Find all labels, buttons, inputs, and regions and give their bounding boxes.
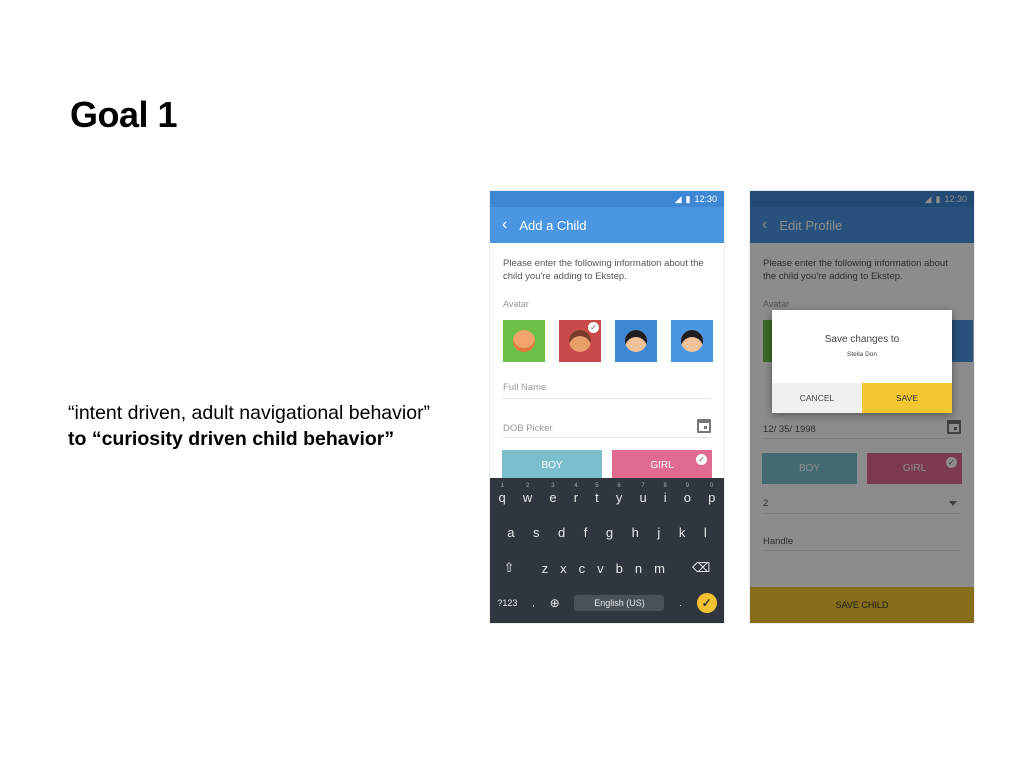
key-number-hint: 2: [525, 483, 530, 489]
keyboard-row-4: ?123 , ⊕ English (US) . ✓: [490, 593, 724, 613]
symbols-key[interactable]: ?123: [497, 598, 517, 608]
space-bar[interactable]: English (US): [574, 595, 665, 611]
girl-label: GIRL: [650, 460, 674, 471]
dialog-title: Save changes to: [824, 334, 900, 345]
key-c[interactable]: c: [579, 561, 586, 576]
quote-bold: to “curiosity driven child behavior”: [68, 428, 395, 450]
key-l[interactable]: l: [704, 525, 707, 540]
key-x[interactable]: x: [560, 561, 567, 576]
key-m[interactable]: m: [654, 561, 665, 576]
key-z[interactable]: z: [542, 561, 549, 576]
full-name-placeholder: Full Name: [503, 382, 547, 393]
check-icon: ✓: [588, 322, 599, 333]
key-number-hint: 7: [641, 483, 645, 489]
dob-placeholder: DOB Picker: [503, 423, 553, 434]
soft-keyboard: 1q 2w 3e 4r 5t 6y 7u 8i 9o 0p a s d f g h j k l ⇧ zxcvbnm…: [490, 478, 724, 623]
girl-face-icon: [569, 330, 591, 352]
key-d[interactable]: d: [558, 525, 565, 540]
keyboard-row-1: 1q 2w 3e 4r 5t 6y 7u 8i 9o 0p: [490, 483, 724, 505]
period-key[interactable]: .: [679, 598, 682, 608]
avatar-label: Avatar: [503, 299, 529, 309]
boy-label: BOY: [541, 460, 563, 471]
key-y[interactable]: 6y: [616, 483, 623, 505]
key-f[interactable]: f: [584, 525, 588, 540]
slide-quote: “intent driven, adult navigational behav…: [68, 400, 448, 452]
cancel-label: CANCEL: [799, 393, 835, 403]
key-number-hint: 6: [617, 483, 621, 489]
check-icon: ✓: [696, 454, 707, 465]
save-button[interactable]: SAVE: [862, 383, 952, 413]
app-bar-title: Add a Child: [519, 217, 587, 233]
backspace-key-icon[interactable]: ⌫: [692, 560, 710, 576]
key-number-hint: 8: [663, 483, 667, 489]
globe-icon[interactable]: ⊕: [550, 596, 560, 610]
battery-icon: ▮: [685, 193, 691, 204]
key-number-hint: 1: [500, 483, 504, 489]
enter-check-icon[interactable]: ✓: [696, 593, 717, 613]
cancel-button[interactable]: CANCEL: [772, 383, 862, 413]
key-s[interactable]: s: [533, 525, 540, 540]
quote-plain: “intent driven, adult navigational behav…: [68, 402, 431, 424]
dialog-actions: CANCEL SAVE: [772, 383, 952, 413]
avatar-picker: ✓: [490, 320, 724, 362]
phone-edit-profile: ◢ ▮ 12:30 ‹ Edit Profile Please enter th…: [750, 191, 974, 623]
boy-face-icon: [513, 330, 535, 352]
key-o[interactable]: 9o: [684, 483, 691, 505]
avatar-option-1[interactable]: [503, 320, 545, 362]
key-number-hint: 0: [710, 483, 714, 489]
slide-title: Goal 1: [70, 94, 178, 135]
intro-text: Please enter the following information a…: [503, 258, 704, 282]
shift-key-icon[interactable]: ⇧: [504, 560, 515, 576]
girl-face-icon: [681, 330, 703, 352]
avatar-option-2[interactable]: ✓: [559, 320, 601, 362]
full-name-field[interactable]: Full Name: [503, 382, 711, 399]
keyboard-letters-row-3: zxcvbnm: [542, 561, 665, 576]
key-number-hint: 5: [595, 483, 599, 489]
signal-icon: ◢: [674, 193, 682, 204]
key-t[interactable]: 5t: [595, 483, 599, 505]
key-w[interactable]: 2w: [523, 483, 532, 505]
save-label: SAVE: [895, 393, 919, 403]
comma-key[interactable]: ,: [532, 598, 535, 608]
key-g[interactable]: g: [606, 525, 613, 540]
key-k[interactable]: k: [679, 525, 686, 540]
key-u[interactable]: 7u: [639, 483, 646, 505]
key-number-hint: 3: [551, 483, 555, 489]
key-q[interactable]: 1q: [499, 483, 506, 505]
key-v[interactable]: v: [597, 561, 604, 576]
key-number-hint: 9: [685, 483, 690, 489]
key-a[interactable]: a: [507, 525, 514, 540]
avatar-option-3[interactable]: [615, 320, 657, 362]
dob-field[interactable]: DOB Picker: [503, 419, 711, 438]
boy-face-icon: [625, 330, 647, 352]
dialog-subtitle: Stella Don: [847, 351, 877, 358]
keyboard-row-3: ⇧ zxcvbnm ⌫: [490, 560, 724, 576]
gender-selector: BOY GIRL ✓: [490, 450, 724, 481]
back-arrow-icon[interactable]: ‹: [502, 217, 507, 233]
calendar-icon[interactable]: [697, 419, 711, 433]
key-p[interactable]: 0p: [708, 483, 715, 505]
status-time: 12:30: [694, 194, 717, 204]
girl-button[interactable]: GIRL ✓: [612, 450, 712, 481]
save-changes-dialog: Save changes to Stella Don CANCEL SAVE: [772, 310, 952, 413]
key-r[interactable]: 4r: [574, 483, 578, 505]
avatar-option-4[interactable]: [671, 320, 713, 362]
status-bar: ◢ ▮ 12:30: [490, 191, 724, 207]
phone-add-child: ◢ ▮ 12:30 ‹ Add a Child Please enter the…: [490, 191, 724, 623]
app-bar: ‹ Add a Child: [490, 207, 724, 243]
boy-button[interactable]: BOY: [502, 450, 602, 481]
keyboard-row-2: asdfghjkl: [490, 525, 724, 540]
key-j[interactable]: j: [657, 525, 660, 540]
key-number-hint: 4: [574, 483, 578, 489]
key-n[interactable]: n: [635, 561, 642, 576]
key-b[interactable]: b: [616, 561, 623, 576]
key-e[interactable]: 3e: [549, 483, 556, 505]
key-h[interactable]: h: [632, 525, 639, 540]
key-i[interactable]: 8i: [664, 483, 667, 505]
